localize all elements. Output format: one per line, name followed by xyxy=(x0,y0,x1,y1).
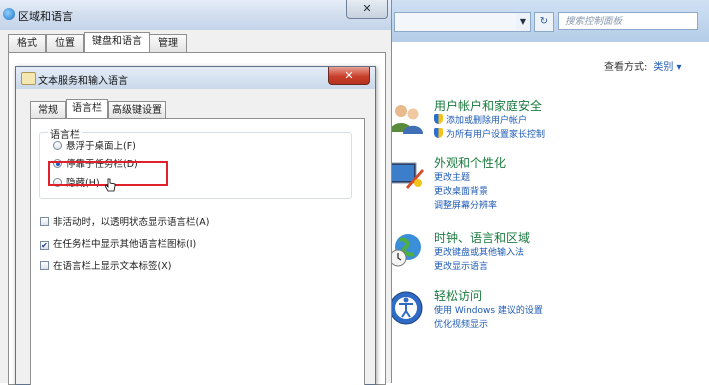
close-icon: ✕ xyxy=(362,2,372,15)
category-title[interactable]: 时钟、语言和区域 xyxy=(434,230,704,246)
keyboard-icon xyxy=(21,72,36,85)
tab-advanced-key-settings[interactable]: 高级键设置 xyxy=(108,101,166,119)
close-icon: ✕ xyxy=(344,69,354,82)
group-label: 语言栏 xyxy=(48,126,82,141)
tab-language-bar[interactable]: 语言栏 xyxy=(66,99,108,119)
category-link[interactable]: 更改桌面背景 xyxy=(434,185,704,199)
appearance-icon xyxy=(389,162,424,189)
address-dropdown-icon[interactable]: ▼ xyxy=(516,12,531,32)
view-by: 查看方式: 类别 ▾ xyxy=(604,58,682,73)
checkbox[interactable] xyxy=(40,261,49,270)
users-icon xyxy=(390,105,423,134)
view-by-dropdown[interactable]: 类别 ▾ xyxy=(653,62,681,73)
checkbox-transparent-when-inactive[interactable]: 非活动时，以透明状态显示语言栏(A) xyxy=(40,217,209,229)
category-title[interactable]: 轻松访问 xyxy=(434,288,704,304)
checkbox[interactable]: ✔ xyxy=(40,241,49,250)
checkbox-show-extra-icons[interactable]: ✔ 在任务栏中显示其他语言栏图标(I) xyxy=(40,239,196,251)
category-link[interactable]: 添加或删除用户帐户 xyxy=(434,114,704,128)
control-panel-window: ▼ ↻ 搜索控制面板 查看方式: 类别 ▾ 用户帐户和家庭安全 添加或删除用户帐户… xyxy=(378,0,709,383)
category-user-accounts: 用户帐户和家庭安全 添加或删除用户帐户 为所有用户设置家长控制 xyxy=(390,98,704,142)
globe-icon xyxy=(3,8,15,20)
category-title[interactable]: 用户帐户和家庭安全 xyxy=(434,98,704,114)
search-input[interactable]: 搜索控制面板 xyxy=(558,12,698,30)
ease-of-access-icon xyxy=(389,291,423,325)
checkbox-show-text-labels[interactable]: 在语言栏上显示文本标签(X) xyxy=(40,261,171,273)
window-title: 区域和语言 xyxy=(18,10,73,23)
category-link[interactable]: 优化视频显示 xyxy=(434,318,704,332)
title-bar: 区域和语言 ✕ xyxy=(0,0,391,30)
checkbox[interactable] xyxy=(40,217,49,226)
category-link[interactable]: 为所有用户设置家长控制 xyxy=(434,128,704,142)
shield-icon xyxy=(434,128,443,138)
clock-globe-icon xyxy=(389,234,421,267)
category-title[interactable]: 外观和个性化 xyxy=(434,155,704,171)
close-button[interactable]: ✕ xyxy=(346,0,388,19)
text-services-dialog: 文本服务和输入语言 ✕ 常规 语言栏 高级键设置 语言栏 悬浮于桌面上(F) 停… xyxy=(15,66,376,385)
address-field[interactable] xyxy=(394,12,518,32)
category-appearance: 外观和个性化 更改主题 更改桌面背景 调整屏幕分辨率 xyxy=(389,155,704,213)
category-link[interactable]: 更改主题 xyxy=(434,171,704,185)
radio-button[interactable] xyxy=(53,141,62,150)
tab-administrative[interactable]: 管理 xyxy=(149,34,187,52)
dialog-tab-panel: 语言栏 悬浮于桌面上(F) 停靠于任务栏(D) 隐藏(H) 非活动时，以透明状态… xyxy=(30,118,365,385)
category-link[interactable]: 调整屏幕分辨率 xyxy=(434,199,704,213)
mouse-cursor-icon xyxy=(105,178,116,192)
tab-formats[interactable]: 格式 xyxy=(8,34,46,52)
tab-location[interactable]: 位置 xyxy=(46,34,84,52)
category-link[interactable]: 更改键盘或其他输入法 xyxy=(434,246,704,260)
shield-icon xyxy=(434,114,443,124)
refresh-icon[interactable]: ↻ xyxy=(534,12,554,32)
category-link[interactable]: 更改显示语言 xyxy=(434,260,704,274)
dialog-title: 文本服务和输入语言 xyxy=(38,76,128,87)
category-link[interactable]: 使用 Windows 建议的设置 xyxy=(434,304,704,318)
tab-general[interactable]: 常规 xyxy=(30,101,66,119)
address-bar: ▼ ↻ 搜索控制面板 xyxy=(378,0,709,42)
close-button[interactable]: ✕ xyxy=(328,67,370,85)
radio-float-on-desktop[interactable]: 悬浮于桌面上(F) xyxy=(53,141,136,153)
tab-keyboards-languages[interactable]: 键盘和语言 xyxy=(84,32,150,52)
view-by-label: 查看方式: xyxy=(604,62,648,73)
language-bar-group: 语言栏 悬浮于桌面上(F) 停靠于任务栏(D) 隐藏(H) xyxy=(39,126,352,199)
dialog-title-bar: 文本服务和输入语言 ✕ xyxy=(16,67,375,89)
category-clock-language-region: 时钟、语言和区域 更改键盘或其他输入法 更改显示语言 xyxy=(389,230,704,274)
category-ease-of-access: 轻松访问 使用 Windows 建议的设置 优化视频显示 xyxy=(389,288,704,332)
